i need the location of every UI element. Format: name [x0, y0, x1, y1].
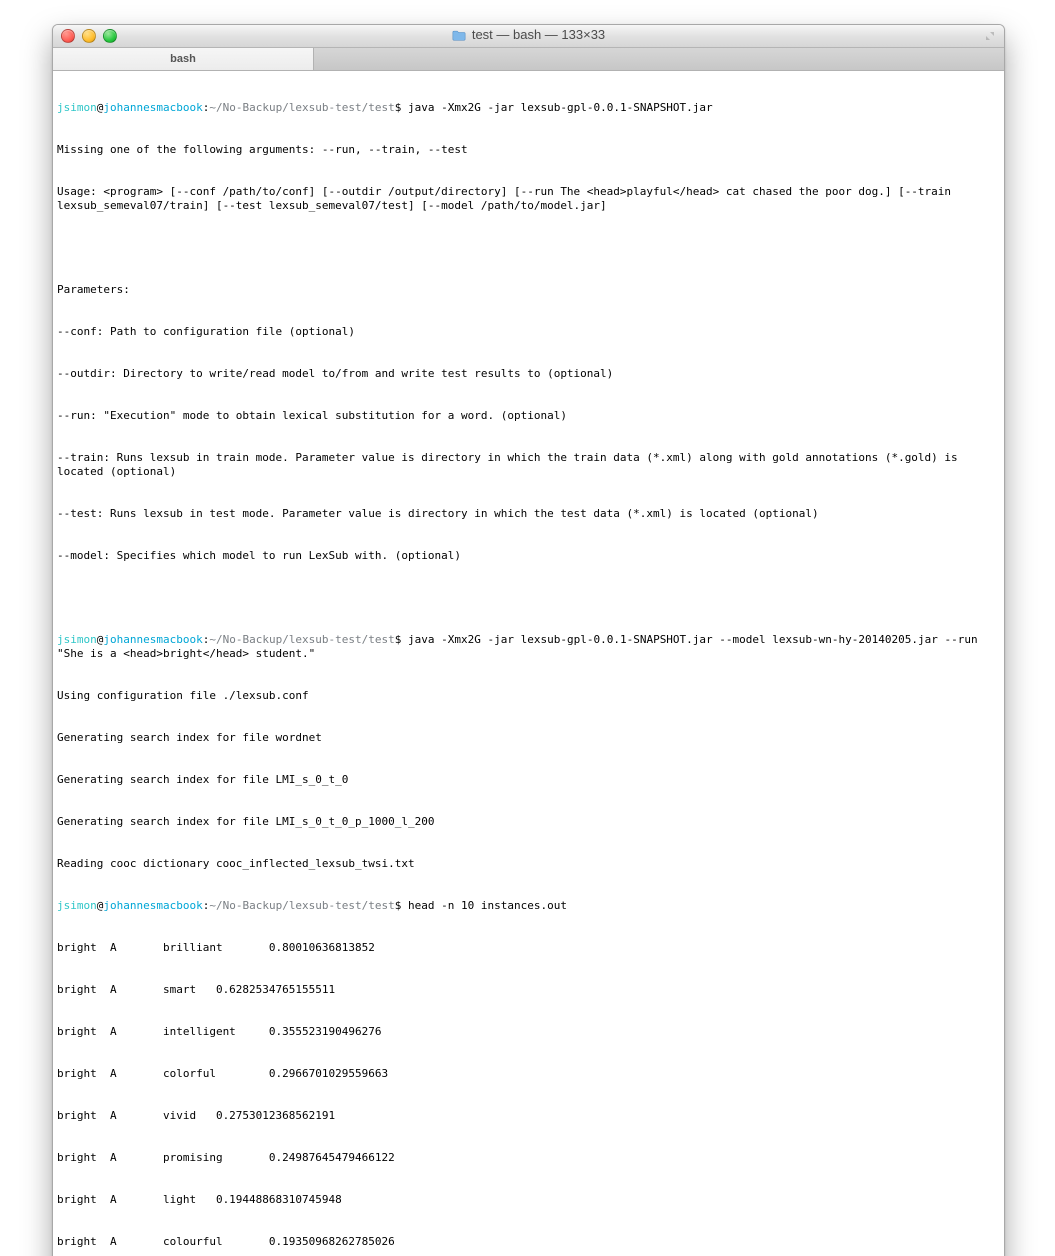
stdout-line: Generating search index for file LMI_s_0…	[57, 815, 1000, 829]
tab-label: bash	[170, 53, 196, 65]
blank-line	[57, 591, 1000, 605]
stdout-line: Usage: <program> [--conf /path/to/conf] …	[57, 185, 1000, 213]
stdout-line: bright A intelligent 0.355523190496276	[57, 1025, 1000, 1039]
stdout-line: --model: Specifies which model to run Le…	[57, 549, 1000, 563]
folder-icon	[452, 29, 466, 40]
stdout-line: bright A vivid 0.2753012368562191	[57, 1109, 1000, 1123]
blank-line	[57, 241, 1000, 255]
stdout-line: Generating search index for file wordnet	[57, 731, 1000, 745]
stdout-line: bright A colourful 0.19350968262785026	[57, 1235, 1000, 1249]
window-title: test — bash — 133×33	[472, 27, 605, 42]
stdout-line: --outdir: Directory to write/read model …	[57, 367, 1000, 381]
prompt-host: johannesmacbook	[103, 101, 202, 114]
stdout-line: bright A promising 0.24987645479466122	[57, 1151, 1000, 1165]
tab-strip: bash	[53, 48, 1004, 71]
stdout-line: --conf: Path to configuration file (opti…	[57, 325, 1000, 339]
stdout-line: Reading cooc dictionary cooc_inflected_l…	[57, 857, 1000, 871]
fullscreen-icon[interactable]	[982, 28, 998, 44]
stdout-line: Parameters:	[57, 283, 1000, 297]
stdout-line: Generating search index for file LMI_s_0…	[57, 773, 1000, 787]
prompt-user: jsimon	[57, 101, 97, 114]
stdout-line: --test: Runs lexsub in test mode. Parame…	[57, 507, 1000, 521]
window-minimize-button[interactable]	[82, 29, 96, 43]
stdout-line: --run: "Execution" mode to obtain lexica…	[57, 409, 1000, 423]
command-3: head -n 10 instances.out	[408, 899, 567, 912]
stdout-line: bright A smart 0.6282534765155511	[57, 983, 1000, 997]
prompt-path: ~/No-Backup/lexsub-test/test	[209, 101, 394, 114]
stdout-line: bright A light 0.19448868310745948	[57, 1193, 1000, 1207]
terminal-window: test — bash — 133×33 bash jsimon@johanne…	[52, 24, 1005, 1256]
terminal-body[interactable]: jsimon@johannesmacbook:~/No-Backup/lexsu…	[53, 71, 1004, 1256]
stdout-line: --train: Runs lexsub in train mode. Para…	[57, 451, 1000, 479]
stdout-line: bright A brilliant 0.80010636813852	[57, 941, 1000, 955]
command-1: java -Xmx2G -jar lexsub-gpl-0.0.1-SNAPSH…	[408, 101, 713, 114]
stdout-line: Missing one of the following arguments: …	[57, 143, 1000, 157]
window-titlebar: test — bash — 133×33	[53, 25, 1004, 48]
stdout-line: bright A colorful 0.2966701029559663	[57, 1067, 1000, 1081]
tab-strip-remainder	[314, 48, 1004, 70]
window-traffic-lights	[53, 29, 117, 43]
tab-bash[interactable]: bash	[53, 47, 314, 70]
stdout-line: Using configuration file ./lexsub.conf	[57, 689, 1000, 703]
window-zoom-button[interactable]	[103, 29, 117, 43]
window-close-button[interactable]	[61, 29, 75, 43]
